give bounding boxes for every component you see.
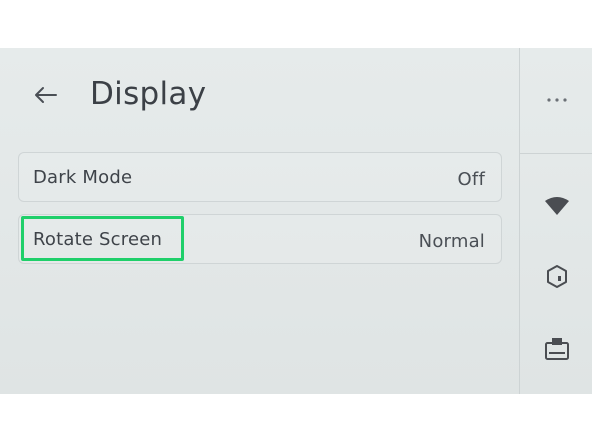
card-reader-icon <box>544 338 569 360</box>
more-button[interactable] <box>520 83 592 117</box>
dark-mode-row[interactable]: Dark Mode Off <box>18 152 502 202</box>
rotate-screen-value: Normal <box>418 231 485 252</box>
status-sidebar <box>519 48 592 394</box>
rotate-screen-label: Rotate Screen <box>33 229 163 250</box>
back-button[interactable] <box>30 82 60 108</box>
cube-icon <box>546 265 567 288</box>
wifi-button[interactable] <box>520 189 592 223</box>
device-screen: Display Dark Mode Off Rotate Screen Norm… <box>0 48 592 394</box>
settings-panel: Display Dark Mode Off Rotate Screen Norm… <box>0 48 519 394</box>
dark-mode-label: Dark Mode <box>33 167 133 188</box>
page-title: Display <box>90 76 207 112</box>
cube-button[interactable] <box>520 260 592 294</box>
more-icon <box>546 98 567 102</box>
rotate-screen-row[interactable]: Rotate Screen Normal <box>18 214 502 264</box>
wifi-icon <box>544 197 569 215</box>
sidebar-divider <box>520 153 592 154</box>
card-reader-button[interactable] <box>520 332 592 366</box>
arrow-left-icon <box>35 87 57 103</box>
dark-mode-value: Off <box>457 169 485 190</box>
